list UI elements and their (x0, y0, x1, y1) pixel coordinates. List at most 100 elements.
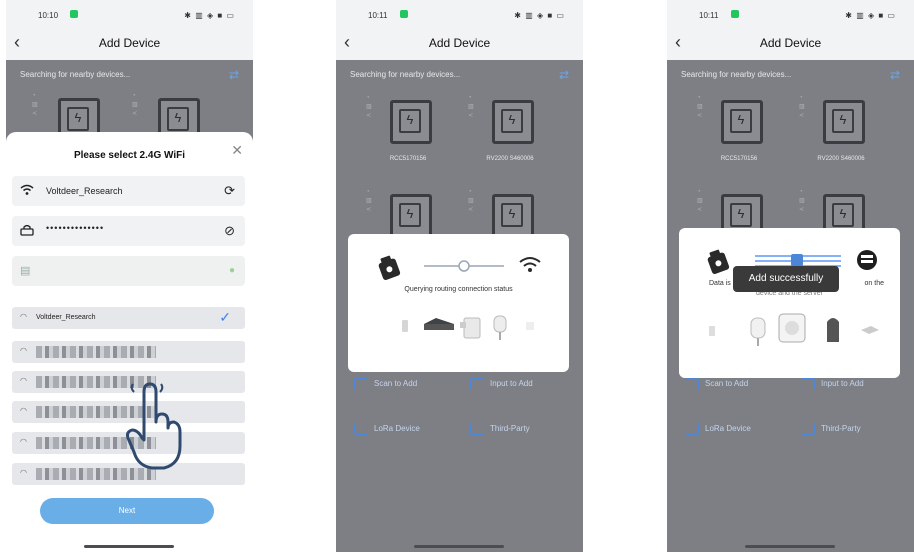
edit-icon (801, 378, 815, 390)
notification-dot (731, 10, 739, 18)
lora-icon (354, 423, 368, 435)
signal-icon: ◔ ▥ ≺ (32, 93, 38, 117)
signal-icon: ◔ ▥ ≺ (799, 95, 805, 119)
third-party-icon (470, 423, 484, 435)
scan-to-add-action[interactable]: Scan to Add (685, 378, 748, 390)
page-title: Add Device (428, 36, 491, 50)
tap-hand-icon (124, 382, 184, 477)
lora-device-action[interactable]: LoRa Device (354, 423, 420, 435)
signal-icon: ◔ ▥ ≺ (132, 93, 138, 117)
success-dialog: Data is on the device and the server (679, 228, 900, 378)
next-button[interactable]: Next (40, 498, 214, 524)
input-to-add-action[interactable]: Input to Add (470, 378, 533, 390)
wifi-list-item[interactable]: ◠ (12, 341, 245, 363)
status-time: 10:11 (699, 11, 719, 20)
nav-bar: ‹ Add Device (667, 30, 914, 56)
dialog-status-text: Querying routing connection status (404, 286, 513, 293)
status-bar: 10:10 ✱ ▥ ◈ ■ ▭ (6, 8, 253, 24)
third-party-action[interactable]: Third-Party (470, 423, 530, 435)
action-label: LoRa Device (374, 424, 420, 434)
searching-text: Searching for nearby devices... (20, 70, 131, 79)
status-bar: 10:11 ✱ ▥ ◈ ■ ▭ (336, 8, 583, 24)
password-field[interactable]: •••••••••••••• ⊘ (12, 216, 245, 246)
wifi-list-item-selected[interactable]: ◠ Voltdeer_Research ✓ (12, 307, 245, 329)
home-indicator (84, 545, 174, 548)
phone-screen-wifi-select: 10:10 ✱ ▥ ◈ ■ ▭ ‹ Add Device Searching f… (6, 0, 253, 552)
action-label: Scan to Add (374, 379, 418, 389)
home-indicator (745, 545, 835, 548)
status-icons: ✱ ▥ ◈ ■ ▭ (514, 11, 565, 20)
action-label: Third-Party (821, 424, 861, 434)
device-icon[interactable]: ϟ (390, 194, 432, 238)
action-label: Scan to Add (705, 379, 749, 389)
blurred-field: ▤ ● (12, 256, 245, 286)
lock-icon (20, 224, 34, 239)
wifi-network-name: Voltdeer_Research (36, 314, 96, 321)
page-title: Add Device (98, 36, 161, 50)
signal-icon: ◔ ▥ ≺ (799, 189, 805, 213)
signal-icon: ◔ ▥ ≺ (697, 95, 703, 119)
phone-screen-querying: 10:11 ✱ ▥ ◈ ■ ▭ ‹ Add Device Searching f… (336, 0, 583, 552)
close-icon[interactable]: ✕ (231, 142, 243, 159)
wifi-icon: ◠ (20, 406, 27, 415)
success-toast: Add successfully (733, 266, 839, 292)
searching-text: Searching for nearby devices... (681, 70, 792, 79)
signal-icon: ◔ ▥ ≺ (366, 95, 372, 119)
status-icons: ✱ ▥ ◈ ■ ▭ (845, 11, 896, 20)
wifi-icon: ◠ (20, 468, 27, 477)
wifi-icon: ◠ (20, 376, 27, 385)
sheet-title: Please select 2.4G WiFi (73, 150, 186, 161)
edit-icon (470, 378, 484, 390)
page-title: Add Device (759, 36, 822, 50)
check-icon: ✓ (219, 309, 231, 325)
hide-password-icon[interactable]: ⊘ (224, 223, 235, 239)
device-icon[interactable]: ϟ (492, 194, 534, 238)
signal-icon: ◔ ▥ ≺ (468, 189, 474, 213)
notification-dot (70, 10, 78, 18)
status-bar: 10:11 ✱ ▥ ◈ ■ ▭ (667, 8, 914, 24)
device-label: RV2200 S460006 (486, 156, 534, 162)
device-icon[interactable]: ϟ (823, 100, 865, 144)
status-icons: ✱ ▥ ◈ ■ ▭ (184, 11, 235, 20)
lora-device-action[interactable]: LoRa Device (685, 423, 751, 435)
searching-row: Searching for nearby devices... ⇄ (20, 68, 239, 82)
wifi-icon: ◠ (20, 437, 27, 446)
lora-icon (685, 423, 699, 435)
device-label: RCC5170156 (720, 156, 758, 162)
refresh-icon[interactable]: ⇄ (890, 68, 900, 82)
searching-row: Searching for nearby devices... ⇄ (350, 68, 569, 82)
querying-dialog: Querying routing connection status (348, 234, 569, 372)
device-icon[interactable]: ϟ (492, 100, 534, 144)
scan-icon (354, 378, 368, 390)
device-icon[interactable]: ϟ (721, 100, 763, 144)
input-to-add-action[interactable]: Input to Add (801, 378, 864, 390)
notification-dot (400, 10, 408, 18)
third-party-icon (801, 423, 815, 435)
device-carousel-graphic (709, 313, 879, 346)
document-icon: ▤ (20, 265, 31, 277)
refresh-icon[interactable]: ⇄ (229, 68, 239, 82)
wifi-name-field[interactable]: Voltdeer_Research ⟳ (12, 176, 245, 206)
scan-icon (685, 378, 699, 390)
action-label: LoRa Device (705, 424, 751, 434)
refresh-icon[interactable]: ⇄ (559, 68, 569, 82)
home-indicator (414, 545, 504, 548)
device-label: RCC5170156 (389, 156, 427, 162)
switch-network-icon[interactable]: ⟳ (224, 183, 235, 199)
wifi-icon: ◠ (20, 346, 27, 355)
searching-row: Searching for nearby devices... ⇄ (681, 68, 900, 82)
device-carousel-graphic (402, 315, 534, 340)
wifi-select-sheet: Please select 2.4G WiFi ✕ Voltdeer_Resea… (6, 132, 253, 552)
wifi-icon: ◠ (20, 312, 27, 321)
third-party-action[interactable]: Third-Party (801, 423, 861, 435)
status-dot-icon: ● (228, 265, 235, 276)
scan-to-add-action[interactable]: Scan to Add (354, 378, 417, 390)
password-value: •••••••••••••• (46, 223, 105, 233)
nav-bar: ‹ Add Device (6, 30, 253, 56)
action-label: Third-Party (490, 424, 530, 434)
searching-text: Searching for nearby devices... (350, 70, 461, 79)
wifi-icon (20, 184, 34, 199)
device-icon[interactable]: ϟ (390, 100, 432, 144)
nav-bar: ‹ Add Device (336, 30, 583, 56)
signal-icon: ◔ ▥ ≺ (468, 95, 474, 119)
